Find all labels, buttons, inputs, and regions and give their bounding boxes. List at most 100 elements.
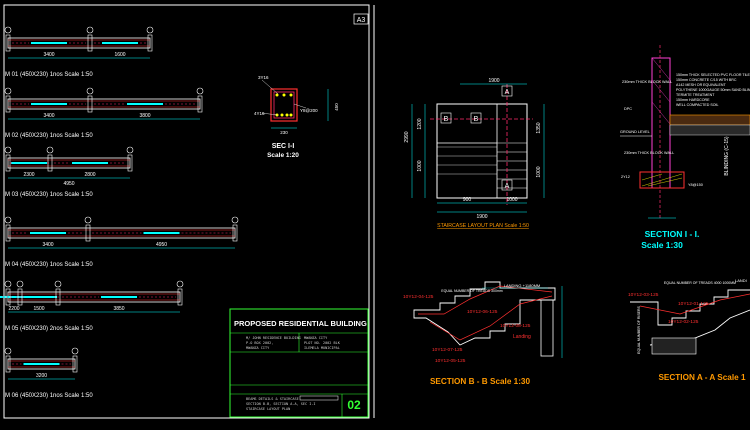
beam-dimension: 3400 — [43, 113, 54, 119]
beam-section-sec-ii: 3Y16 4Y16 Y8@200 230 450 SEC I-I Scale 1… — [254, 75, 339, 159]
section-aa-detail: LANDI EQUAL NUMBER OF TREADS 4000 1000MM… — [628, 278, 750, 382]
section-ii-detail: 230mm THICK BLOCK WALL DPC GROUND LEVEL … — [620, 45, 750, 250]
beam-dimension: 2200 — [8, 306, 19, 312]
rebar-dot — [289, 113, 293, 117]
section-ii-vertical-label: BLINDING (C-15) — [724, 136, 730, 176]
section-ii-label-wall-bottom: 230mm THICK BLOCK WALL — [624, 151, 674, 155]
beam-section-top-bars: 3Y16 — [258, 75, 269, 80]
section-bb-bar-5: 10Y12-08-125 — [500, 323, 531, 329]
section-ii-note: A142 MESH OR EQUIVALENT — [676, 83, 726, 87]
beam-dimension: 2800 — [84, 172, 95, 178]
section-ii-scale: Scale 1:30 — [641, 240, 683, 250]
grid-bubble — [4, 146, 12, 154]
section-aa-bar-3: 10Y12-03-125 — [628, 292, 659, 298]
section-mark-b-left-label: B — [444, 116, 449, 123]
beam-label: M 06 (450X230) 1nos Scale 1:50 — [5, 393, 93, 399]
section-ii-label-ground: GROUND LEVEL — [620, 130, 650, 134]
plan-dim-left-a: 1200 — [417, 118, 423, 129]
cad-drawing-sheet: A3 3400 1600 M 01 (450X230) 1nos Scale 1:5… — [0, 4, 750, 419]
section-ii-note: 150mm THICK SELECTED PVC FLOOR TILES — [676, 73, 750, 77]
title-block-sheet-number: 02 — [347, 398, 361, 412]
grid-bubble — [71, 347, 79, 355]
beam-dimension: 4950 — [63, 181, 74, 187]
grid-bubble — [231, 216, 239, 224]
grid-bubble — [146, 26, 154, 34]
section-aa-landing-label: LANDI — [735, 278, 747, 283]
beam-section-title: SEC I-I — [272, 143, 295, 150]
beam-label: M 01 (450X230) 1nos Scale 1:50 — [5, 72, 93, 78]
beam-label: M 02 (450X230) 1nos Scale 1:50 — [5, 133, 93, 139]
rebar-dot — [285, 113, 289, 117]
section-ii-note: 150mm HARDCORE — [676, 98, 710, 102]
section-aa-foundation — [651, 337, 697, 355]
grid-bubble — [4, 347, 12, 355]
beam-dimension: 3800 — [139, 113, 150, 119]
beam-dimension: 4950 — [156, 242, 167, 248]
plan-dim-left-b: 1000 — [417, 160, 423, 171]
title-block-client-3: MWANZA CITY — [246, 346, 270, 350]
plan-dim-bottom: 1900 — [476, 214, 487, 220]
title-block-bar — [299, 395, 339, 401]
title-block-location-2: PLOT NO. 2002 BLK — [304, 341, 340, 345]
title-block-drawing-2: SECTION B-B, SECTION A-A, SEC I-I — [246, 402, 316, 406]
beam-elevation: 3200 M 06 (450X230) 1nos Scale 1:50 — [4, 347, 93, 399]
section-aa-bar-2: 10Y12-02-125 — [668, 319, 699, 325]
section-aa-bar-1: 10Y12-01-125 — [678, 301, 709, 307]
section-ii-note: TERMITE TREATMENT — [676, 93, 715, 97]
rebar-dot — [280, 113, 284, 117]
size-label: A3 — [357, 17, 366, 24]
staircase-layout-plan: B B A A 1900 1900 900 1000 2990 1200 100… — [404, 78, 545, 229]
beam-support — [85, 224, 91, 242]
grid-bubble — [84, 216, 92, 224]
section-ii-label-wall-top: 230mm THICK BLOCK WALL — [622, 80, 672, 84]
section-mark-a-bottom-label: A — [505, 183, 510, 190]
section-aa-title: SECTION A - A Scale 1 — [658, 373, 745, 382]
plan-dim-left-total: 2990 — [404, 131, 410, 142]
grid-bubble — [54, 280, 62, 288]
section-bb-landing-label: LANDING +1180MM — [504, 283, 541, 288]
section-mark-b-right-label: B — [474, 116, 479, 123]
section-ii-note: 150mm CONCRETE C/15 WITH BRC — [676, 78, 737, 82]
beam-dimension: 1600 — [114, 52, 125, 58]
grid-bubble — [4, 87, 12, 95]
section-bb-bar-3: 10Y12-07-125 — [432, 347, 463, 353]
beam-elevation: 3400 4950 M 04 (450X230) 1nos Scale 1:50 — [4, 216, 239, 268]
title-block-drawing-1: BEAMS DETAILS & STAIRCASE — [246, 397, 299, 401]
grid-bubble — [126, 146, 134, 154]
rebar-dot — [275, 93, 279, 97]
section-ii-title: SECTION I - I. — [645, 229, 700, 239]
beam-section-bottom-bars: 4Y16 — [254, 111, 265, 116]
grid-bubble — [86, 87, 94, 95]
section-ii-wall-hatch — [651, 101, 671, 125]
beam-dimension: 3400 — [43, 52, 54, 58]
title-block-project-title: PROPOSED RESIDENTIAL BUILDING — [234, 319, 367, 328]
grid-bubble — [196, 87, 204, 95]
beam-label: M 03 (450X230) 1nos Scale 1:50 — [5, 192, 93, 198]
beam-elevation: 3400 1600 M 01 (450X230) 1nos Scale 1:50 — [4, 26, 154, 78]
sheet-frame — [3, 4, 370, 419]
section-ii-wall-hatch — [651, 57, 671, 81]
section-ii-note: POLYTHENE 1000GAUGE 50mm SAND BLINDING — [676, 88, 750, 92]
title-block-client-2: P.O BOX 2002, — [246, 341, 274, 345]
beam-dimension: 3850 — [113, 306, 124, 312]
section-bb-bar-4: 10Y12-05-125 — [435, 358, 466, 364]
section-mark-a-top-label: A — [505, 89, 510, 96]
beam-dimension: 3400 — [42, 242, 53, 248]
section-bb-bar-2: 10Y12-06-125 — [467, 309, 498, 315]
beam-section-scale: Scale 1:20 — [267, 152, 299, 159]
section-ii-wall — [651, 57, 671, 189]
stair-plan-outline — [436, 103, 528, 199]
grid-bubble — [4, 216, 12, 224]
section-ii-floor-slab — [669, 114, 750, 126]
plan-dim-right-b: 1000 — [536, 166, 542, 177]
rebar-dot — [289, 93, 293, 97]
section-bb-landing-word: Landing — [513, 334, 531, 340]
beam-elevation: 2300 2800 4950 M 03 (450X230) 1nos Scale 1:… — [4, 146, 134, 198]
section-aa-treads-note: EQUAL NUMBER OF TREADS 4000 1000MM — [664, 281, 736, 285]
grid-bubble — [86, 26, 94, 34]
beam-section-depth: 450 — [334, 103, 339, 111]
grid-bubble — [4, 26, 12, 34]
beam-support — [87, 34, 93, 52]
section-bb-treads-note: EQUAL NUMBER OF TREADS 300mm — [441, 289, 503, 293]
beam-elevation: 3400 3800 M 02 (450X230) 1nos Scale 1:50 — [4, 87, 204, 139]
